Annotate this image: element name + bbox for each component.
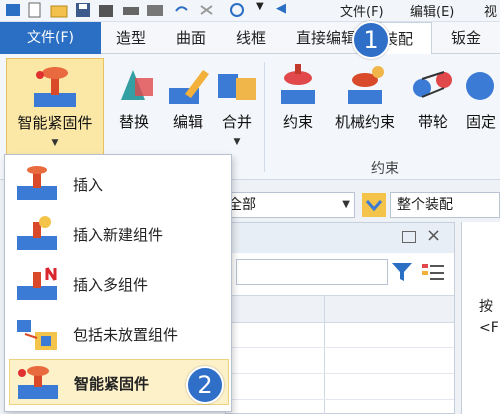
insert-new-component-icon bbox=[17, 216, 57, 250]
replace-label: 替换 bbox=[118, 113, 149, 131]
new-file-icon[interactable] bbox=[26, 2, 44, 18]
constraint-icon bbox=[281, 64, 315, 104]
chevron-down-icon[interactable]: ▼ bbox=[342, 193, 350, 217]
print-icon[interactable] bbox=[122, 2, 140, 18]
restore-icon[interactable] bbox=[402, 231, 416, 243]
tab-sheet-metal[interactable]: 钣金 bbox=[440, 22, 492, 54]
menu-item-smart-fastener-label: 智能紧固件 bbox=[74, 375, 150, 393]
constraint-label: 约束 bbox=[282, 113, 313, 131]
list-settings-icon[interactable] bbox=[420, 261, 446, 283]
menu-item-insert-multiple-components-label: 插入多组件 bbox=[73, 276, 149, 294]
smart-fastener-label: 智能紧固件 bbox=[17, 114, 93, 132]
prompt-pane bbox=[461, 222, 500, 414]
assembly-icon[interactable] bbox=[362, 193, 386, 217]
tab-modeling[interactable]: 造型 bbox=[106, 22, 156, 54]
chevron-down-icon[interactable]: ▼ bbox=[7, 138, 103, 148]
smart-fastener-button[interactable]: 智能紧固件 ▼ bbox=[6, 58, 104, 158]
replace-button[interactable]: 替换 bbox=[108, 58, 160, 158]
menu-item-insert-new-component-label: 插入新建组件 bbox=[73, 226, 164, 244]
edit-icon bbox=[169, 70, 209, 104]
filter-icon[interactable] bbox=[391, 261, 413, 283]
menu-item-insert-new-component[interactable]: 插入新建组件 bbox=[9, 211, 229, 257]
assembly-browser-panel: × bbox=[225, 222, 455, 414]
include-unplaced-components-icon bbox=[17, 320, 57, 350]
menu-view[interactable]: 视 bbox=[484, 1, 497, 20]
menu-item-insert-multiple-components[interactable]: 插入多组件 bbox=[9, 261, 229, 307]
table-row bbox=[226, 347, 454, 348]
app-icon[interactable] bbox=[4, 2, 22, 18]
insert-icon bbox=[17, 166, 57, 200]
pulley-label: 带轮 bbox=[417, 113, 448, 131]
chevron-down-icon[interactable]: ▼ bbox=[214, 137, 260, 147]
ribbon-tab-strip: 文件(F) 造型 曲面 线框 直接编辑 装配 钣金 bbox=[0, 22, 500, 55]
mechanical-constraint-button[interactable]: 机械约束 bbox=[328, 58, 402, 158]
grid-header bbox=[226, 295, 454, 323]
grid-column-divider bbox=[324, 295, 325, 414]
merge-button[interactable]: 合并 ▼ bbox=[214, 58, 260, 158]
step-badge-2: 2 bbox=[186, 366, 224, 404]
assembly-scope-select[interactable]: 整个装配 bbox=[390, 192, 500, 218]
redo-icon[interactable] bbox=[198, 2, 216, 18]
menu-item-insert[interactable]: 插入 bbox=[9, 161, 229, 207]
ribbon-group-separator bbox=[264, 62, 265, 172]
quick-access-toolbar: ▼ ◀ 文件(F) 编辑(E) 视 bbox=[0, 0, 500, 22]
panel-header: × bbox=[226, 223, 454, 253]
table-row bbox=[226, 399, 454, 400]
fixed-label: 固定 bbox=[466, 113, 497, 131]
fixed-button[interactable]: 固定 bbox=[460, 58, 500, 158]
smart-fastener-icon bbox=[34, 67, 76, 107]
prompt-text-line2: <F bbox=[479, 320, 499, 336]
scope-select[interactable]: 全部 ▼ bbox=[225, 192, 355, 218]
edit-label: 编辑 bbox=[172, 113, 203, 131]
qa-dropdown-icon[interactable]: ▼ bbox=[256, 1, 264, 12]
open-folder-icon[interactable] bbox=[50, 2, 68, 18]
save-all-icon[interactable] bbox=[98, 2, 116, 18]
undo-icon[interactable] bbox=[172, 2, 190, 18]
replace-icon bbox=[121, 70, 153, 100]
menu-edit[interactable]: 编辑(E) bbox=[410, 1, 454, 20]
fixed-icon bbox=[466, 72, 494, 100]
preview-icon[interactable] bbox=[146, 2, 164, 18]
merge-icon bbox=[218, 74, 256, 100]
menu-file[interactable]: 文件(F) bbox=[340, 1, 384, 20]
assembly-scope-value: 整个装配 bbox=[397, 197, 453, 213]
menu-item-include-unplaced-components[interactable]: 包括未放置组件 bbox=[9, 311, 229, 357]
scope-select-value: 全部 bbox=[228, 197, 256, 213]
pulley-button[interactable]: 带轮 bbox=[408, 58, 458, 158]
back-icon[interactable]: ◀ bbox=[276, 1, 286, 16]
constraint-group-label: 约束 bbox=[371, 161, 399, 177]
table-row bbox=[226, 373, 454, 374]
tab-file[interactable]: 文件(F) bbox=[0, 22, 101, 54]
search-input[interactable] bbox=[236, 259, 388, 285]
menu-item-insert-label: 插入 bbox=[73, 176, 104, 194]
close-icon[interactable]: × bbox=[426, 225, 441, 246]
step-badge-1: 1 bbox=[352, 21, 390, 59]
refresh-icon[interactable] bbox=[228, 2, 246, 18]
edit-button[interactable]: 编辑 bbox=[162, 58, 214, 158]
insert-multiple-components-icon bbox=[17, 267, 57, 300]
tab-wireframe[interactable]: 线框 bbox=[226, 22, 276, 54]
merge-label: 合并 bbox=[221, 113, 252, 131]
constraint-button[interactable]: 约束 bbox=[270, 58, 326, 158]
mechanical-constraint-icon bbox=[348, 66, 384, 104]
mechanical-constraint-label: 机械约束 bbox=[334, 113, 395, 131]
menu-item-include-unplaced-components-label: 包括未放置组件 bbox=[73, 326, 179, 344]
smart-fastener-icon bbox=[18, 366, 58, 399]
prompt-text-line1: 按 bbox=[479, 299, 493, 315]
tab-surface[interactable]: 曲面 bbox=[166, 22, 216, 54]
pulley-icon bbox=[413, 71, 452, 98]
save-icon[interactable] bbox=[74, 2, 92, 18]
